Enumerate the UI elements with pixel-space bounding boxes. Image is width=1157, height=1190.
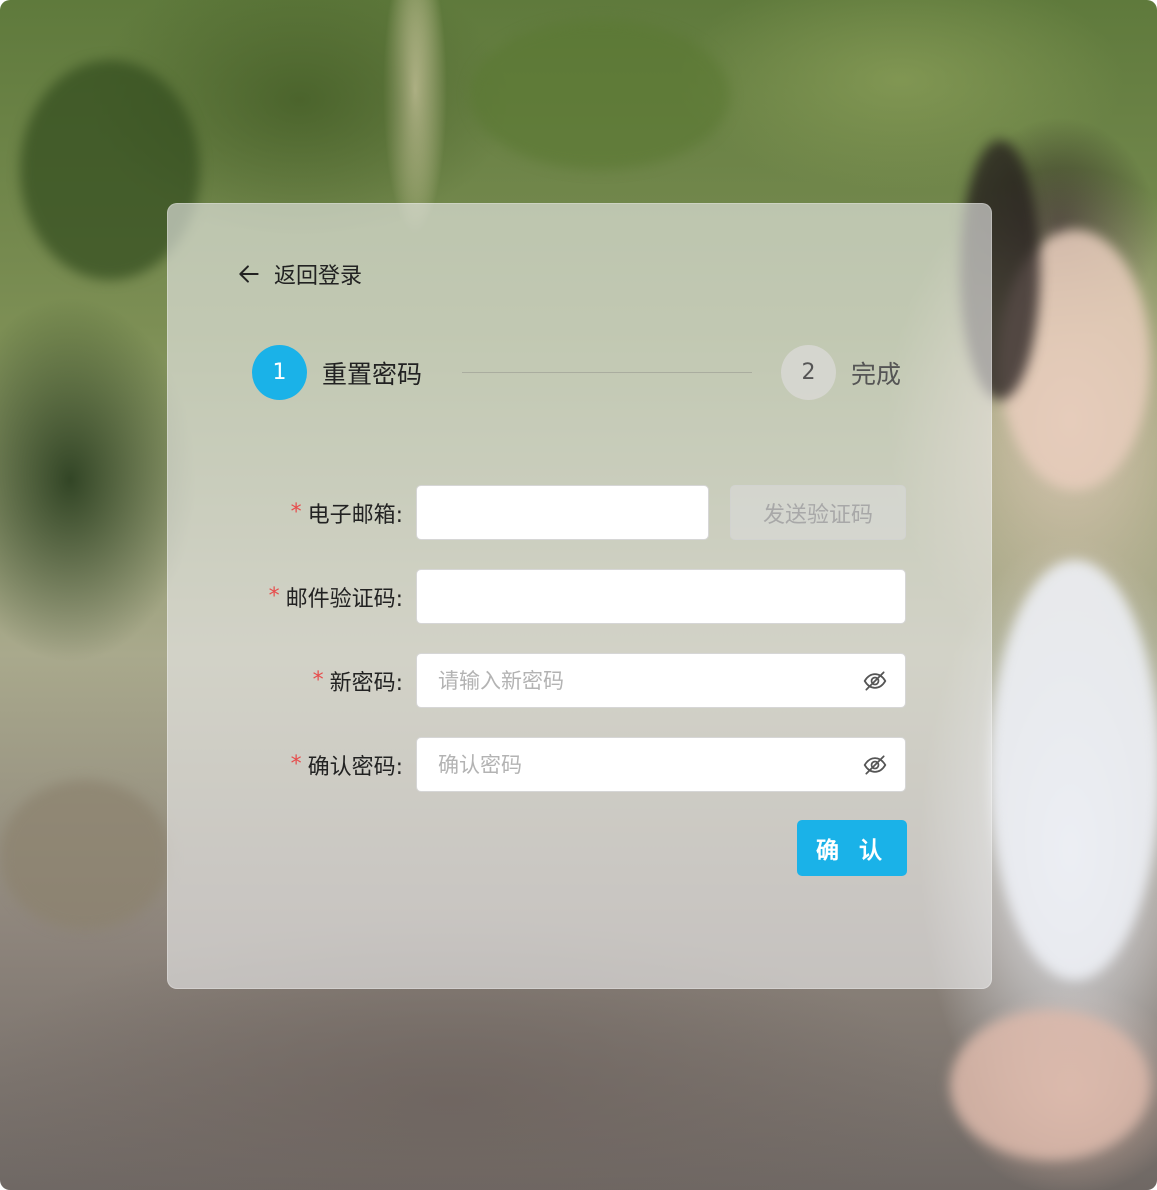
step-reset-password: 1 重置密码	[252, 345, 422, 400]
confirm-password-field[interactable]	[416, 737, 906, 792]
email-code-row: * 邮件验证码:	[200, 569, 906, 624]
confirm-password-input[interactable]	[436, 751, 840, 778]
email-field[interactable]	[416, 485, 709, 540]
send-code-button[interactable]: 发送验证码	[730, 485, 906, 540]
email-code-label: * 邮件验证码:	[269, 569, 403, 624]
email-label-text: 电子邮箱:	[307, 502, 403, 528]
required-mark: *	[290, 500, 302, 525]
back-to-login-link[interactable]: 返回登录	[236, 258, 362, 290]
arrow-left-icon	[239, 265, 259, 283]
steps-indicator: 1 重置密码 2 完成	[252, 345, 906, 401]
new-password-label: * 新密码:	[313, 653, 403, 708]
background-foliage	[470, 20, 730, 170]
step-label: 重置密码	[322, 359, 423, 389]
required-mark: *	[312, 668, 324, 693]
email-row: * 电子邮箱: 发送验证码	[200, 485, 906, 540]
email-code-field[interactable]	[416, 569, 906, 624]
required-mark: *	[268, 584, 280, 609]
email-input[interactable]	[436, 499, 708, 526]
new-password-row: * 新密码:	[200, 653, 906, 708]
eye-off-icon[interactable]	[862, 668, 888, 694]
confirm-button[interactable]: 确 认	[797, 820, 907, 876]
new-password-label-text: 新密码:	[329, 670, 403, 696]
confirm-password-row: * 确认密码:	[200, 737, 906, 792]
new-password-field[interactable]	[416, 653, 906, 708]
new-password-input[interactable]	[436, 667, 840, 694]
eye-off-icon[interactable]	[862, 752, 888, 778]
background-person-hand	[950, 1010, 1150, 1160]
step-complete: 2 完成	[781, 345, 901, 400]
required-mark: *	[290, 752, 302, 777]
email-code-input[interactable]	[436, 583, 840, 610]
back-to-login-label: 返回登录	[274, 264, 363, 289]
confirm-password-label-text: 确认密码:	[307, 754, 403, 780]
background-person-dress	[990, 560, 1157, 980]
step-number-badge: 1	[252, 345, 307, 400]
step-number-badge: 2	[781, 345, 836, 400]
confirm-password-label: * 确认密码:	[291, 737, 403, 792]
email-code-label-text: 邮件验证码:	[285, 586, 403, 612]
background-curb	[0, 780, 170, 930]
step-label: 完成	[851, 359, 902, 389]
step-connector	[462, 372, 752, 373]
email-label: * 电子邮箱:	[291, 485, 403, 540]
